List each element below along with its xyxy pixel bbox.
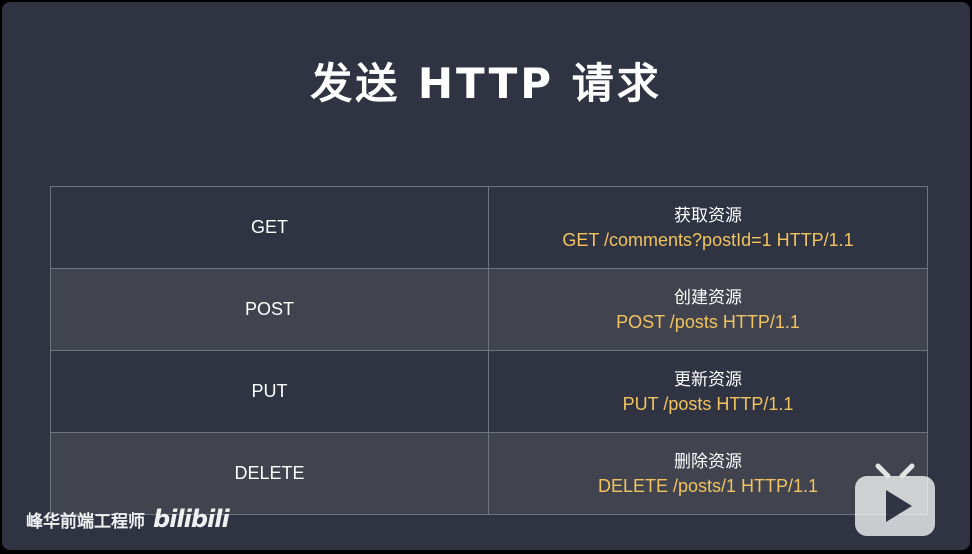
method-description: 获取资源	[674, 205, 742, 226]
description-cell: 获取资源 GET /comments?postId=1 HTTP/1.1	[488, 186, 928, 269]
bilibili-tv-play-icon[interactable]	[852, 462, 938, 540]
bilibili-logo: bilibili	[153, 505, 230, 533]
method-cell: PUT	[50, 350, 489, 433]
table-row: GET 获取资源 GET /comments?postId=1 HTTP/1.1	[50, 186, 928, 269]
description-cell: 更新资源 PUT /posts HTTP/1.1	[488, 350, 928, 433]
description-cell: 创建资源 POST /posts HTTP/1.1	[488, 268, 928, 351]
channel-watermark: 峰华前端工程师 bilibili	[26, 502, 230, 536]
table-row: POST 创建资源 POST /posts HTTP/1.1	[50, 268, 928, 351]
request-line: PUT /posts HTTP/1.1	[622, 393, 794, 414]
method-description: 创建资源	[674, 287, 742, 308]
slide-title: 发送 HTTP 请求	[310, 59, 662, 108]
method-cell: GET	[50, 186, 489, 269]
request-line: POST /posts HTTP/1.1	[616, 311, 800, 332]
method-description: 更新资源	[674, 369, 742, 390]
request-line: GET /comments?postId=1 HTTP/1.1	[562, 229, 854, 250]
slide: 发送 HTTP 请求 GET 获取资源 GET /comments?postId…	[2, 2, 970, 550]
http-methods-table: GET 获取资源 GET /comments?postId=1 HTTP/1.1…	[50, 186, 928, 515]
method-cell: POST	[50, 268, 489, 351]
table-row: PUT 更新资源 PUT /posts HTTP/1.1	[50, 350, 928, 433]
channel-name: 峰华前端工程师	[26, 511, 145, 532]
